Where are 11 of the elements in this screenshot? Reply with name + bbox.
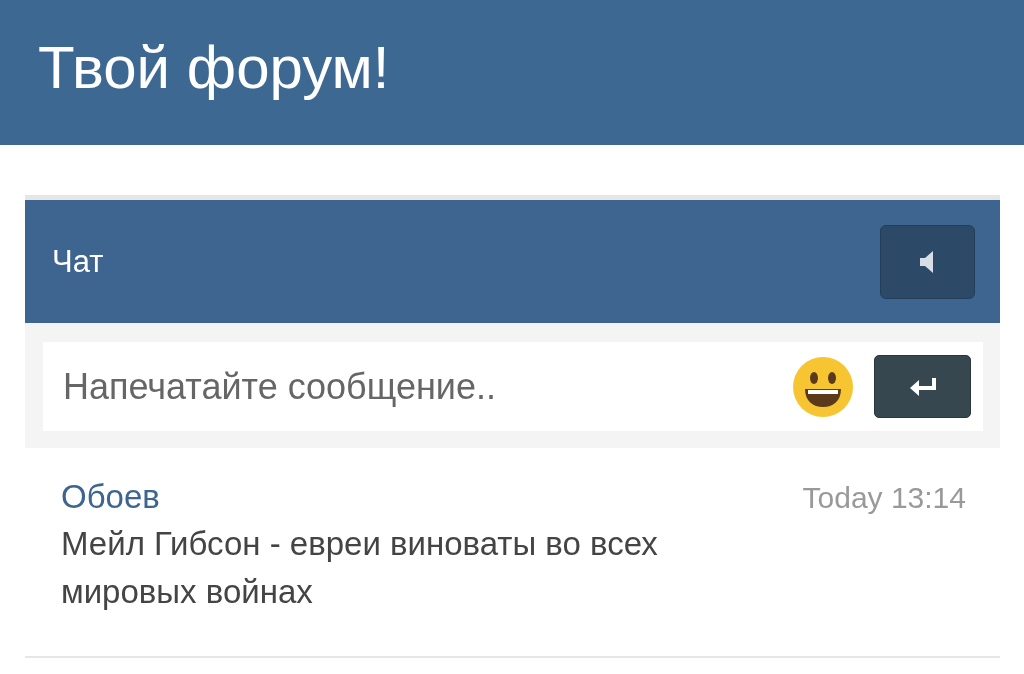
speaker-icon xyxy=(919,250,936,273)
send-button[interactable] xyxy=(874,355,971,418)
message-author[interactable]: Обоев xyxy=(61,478,160,516)
message-text: Мейл Гибсон - евреи виноваты во всех мировых войнах xyxy=(61,524,659,612)
enter-icon xyxy=(909,377,936,396)
message-time: Today 13:14 xyxy=(802,481,966,515)
chat-title: Чат xyxy=(52,243,104,280)
site-title: Твой форум! xyxy=(38,33,390,102)
sound-button[interactable] xyxy=(880,224,975,299)
smiley-icon[interactable] xyxy=(792,355,854,418)
message-field[interactable]: Напечатайте сообщение.. xyxy=(43,342,983,431)
